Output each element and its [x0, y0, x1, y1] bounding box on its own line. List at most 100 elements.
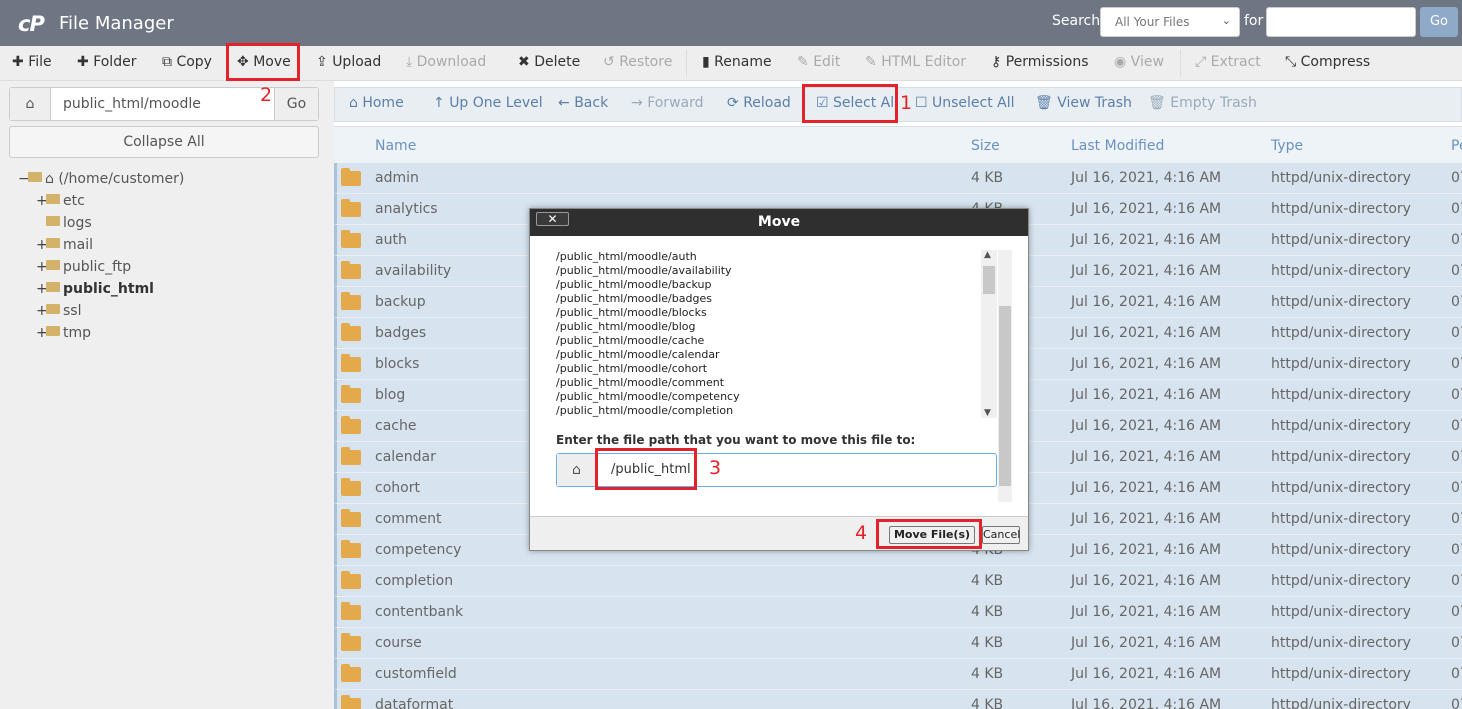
expand-toggle[interactable]: + — [36, 325, 48, 341]
tree-item-public-ftp[interactable]: + public_ftp — [36, 259, 131, 275]
folder-icon — [341, 540, 361, 558]
folder-icon — [341, 292, 361, 310]
folder-icon — [46, 216, 60, 226]
file-name: badges — [375, 325, 427, 341]
dialog-scrollbar[interactable] — [998, 250, 1012, 502]
folder-icon — [341, 695, 361, 709]
plus-icon: ✚ — [12, 54, 29, 70]
file-type: httpd/unix-directory — [1271, 263, 1411, 279]
file-name: comment — [375, 511, 442, 527]
file-list-scrollbar[interactable]: ▲ ▼ — [981, 250, 997, 418]
expand-toggle[interactable]: + — [36, 237, 48, 253]
file-permissions: 07 — [1451, 542, 1462, 558]
upload-button[interactable]: ⇪ Upload — [316, 54, 381, 70]
search-scope-value: All Your Files — [1115, 15, 1190, 29]
extract-button[interactable]: ⤢ Extract — [1195, 54, 1261, 70]
home-icon[interactable]: ⌂ — [10, 88, 51, 120]
column-header-modified[interactable]: Last Modified — [1071, 138, 1164, 154]
tree-item-public-html[interactable]: + public_html — [36, 281, 154, 297]
search-scope-select[interactable]: All Your Files ⌄ — [1100, 7, 1240, 37]
selected-file-path: /public_html/moodle/blog — [556, 320, 696, 333]
tree-item-ssl[interactable]: + ssl — [36, 303, 81, 319]
home-icon: ⌂ — [45, 171, 59, 187]
folder-icon — [341, 478, 361, 496]
file-permissions: 07 — [1451, 666, 1462, 682]
search-go-button[interactable]: Go — [1420, 7, 1458, 37]
collapse-toggle[interactable]: − — [18, 171, 30, 187]
file-name: calendar — [375, 449, 436, 465]
tree-item-etc[interactable]: + etc — [36, 193, 85, 209]
new-folder-button[interactable]: ✚ Folder — [77, 54, 136, 70]
scrollbar-thumb[interactable] — [983, 266, 995, 294]
empty-trash-button[interactable]: 🗑 Empty Trash — [1148, 95, 1257, 111]
file-name: backup — [375, 294, 426, 310]
search-input[interactable] — [1266, 7, 1416, 37]
tree-item-mail[interactable]: + mail — [36, 237, 93, 253]
scroll-down-icon[interactable]: ▼ — [984, 408, 991, 418]
tree-item-logs[interactable]: logs — [36, 215, 92, 231]
back-button[interactable]: ← Back — [558, 95, 608, 111]
table-row[interactable]: dataformat 4 KB Jul 16, 2021, 4:16 AM httpd… — [334, 690, 1462, 709]
close-icon[interactable]: ✕ — [536, 212, 569, 226]
folder-icon — [46, 238, 60, 248]
view-button[interactable]: ◉ View — [1114, 54, 1164, 70]
chevron-down-icon: ⌄ — [1221, 14, 1231, 27]
folder-icon — [341, 261, 361, 279]
permissions-button[interactable]: ⚷ Permissions — [991, 54, 1089, 70]
home-button[interactable]: ⌂ Home — [349, 95, 404, 111]
unselect-all-button[interactable]: ☐ Unselect All — [915, 95, 1015, 111]
column-header-size[interactable]: Size — [971, 138, 1000, 154]
selected-files-list[interactable]: /public_html/moodle/auth/public_html/moo… — [556, 250, 981, 418]
column-header-type[interactable]: Type — [1271, 138, 1303, 154]
home-icon: ⌂ — [557, 454, 597, 486]
compress-button[interactable]: ⤡ Compress — [1285, 54, 1370, 70]
table-row[interactable]: contentbank 4 KB Jul 16, 2021, 4:16 AM http… — [334, 597, 1462, 628]
annotation-box-select-all — [802, 84, 898, 123]
path-input[interactable]: public_html/moodle — [63, 96, 201, 112]
file-permissions: 07 — [1451, 263, 1462, 279]
scrollbar-thumb[interactable] — [999, 306, 1011, 486]
file-type: httpd/unix-directory — [1271, 449, 1411, 465]
reload-button[interactable]: ⟳ Reload — [727, 95, 791, 111]
view-trash-button[interactable]: 🗑 View Trash — [1035, 95, 1132, 111]
file-permissions: 07 — [1451, 697, 1462, 709]
expand-toggle[interactable]: + — [36, 259, 48, 275]
file-name: analytics — [375, 201, 438, 217]
forward-button[interactable]: → Forward — [631, 95, 704, 111]
folder-icon — [341, 633, 361, 651]
file-permissions: 07 — [1451, 201, 1462, 217]
upload-icon: ⇪ — [316, 54, 333, 70]
up-one-level-button[interactable]: ↑ Up One Level — [433, 95, 543, 111]
new-file-button[interactable]: ✚ File — [12, 54, 52, 70]
file-modified: Jul 16, 2021, 4:16 AM — [1071, 697, 1222, 709]
table-row[interactable]: course 4 KB Jul 16, 2021, 4:16 AM httpd/uni… — [334, 628, 1462, 659]
file-modified: Jul 16, 2021, 4:16 AM — [1071, 325, 1222, 341]
restore-button[interactable]: ↺ Restore — [603, 54, 672, 70]
cancel-button[interactable]: Cancel — [982, 526, 1020, 544]
pencil-icon: ✎ — [797, 54, 814, 70]
expand-toggle[interactable]: + — [36, 303, 48, 319]
table-row[interactable]: customfield 4 KB Jul 16, 2021, 4:16 AM http… — [334, 659, 1462, 690]
expand-icon: ⤢ — [1195, 54, 1211, 70]
scroll-up-icon[interactable]: ▲ — [984, 250, 991, 260]
expand-toggle[interactable]: + — [36, 193, 48, 209]
collapse-all-button[interactable]: Collapse All — [9, 126, 319, 158]
download-button[interactable]: ⤓ Download — [406, 54, 486, 70]
delete-button[interactable]: ✖ Delete — [518, 54, 580, 70]
column-header-name[interactable]: Name — [375, 138, 416, 154]
tree-item-tmp[interactable]: + tmp — [36, 325, 91, 341]
rename-button[interactable]: ▮ Rename — [702, 54, 772, 70]
column-header-permissions[interactable]: Pe — [1451, 138, 1462, 154]
folder-icon — [46, 326, 60, 336]
html-editor-button[interactable]: ✎ HTML Editor — [865, 54, 966, 70]
table-row[interactable]: admin 4 KB Jul 16, 2021, 4:16 AM httpd/unix… — [334, 163, 1462, 194]
path-go-button[interactable]: Go — [274, 88, 318, 120]
copy-button[interactable]: ⧉ Copy — [162, 54, 212, 70]
table-row[interactable]: completion 4 KB Jul 16, 2021, 4:16 AM httpd… — [334, 566, 1462, 597]
tree-root[interactable]: − ⌂ (/home/customer) — [18, 171, 184, 187]
compress-icon: ⤡ — [1285, 54, 1301, 70]
edit-button[interactable]: ✎ Edit — [797, 54, 840, 70]
expand-toggle[interactable]: + — [36, 281, 48, 297]
file-type: httpd/unix-directory — [1271, 666, 1411, 682]
folder-icon — [341, 168, 361, 186]
